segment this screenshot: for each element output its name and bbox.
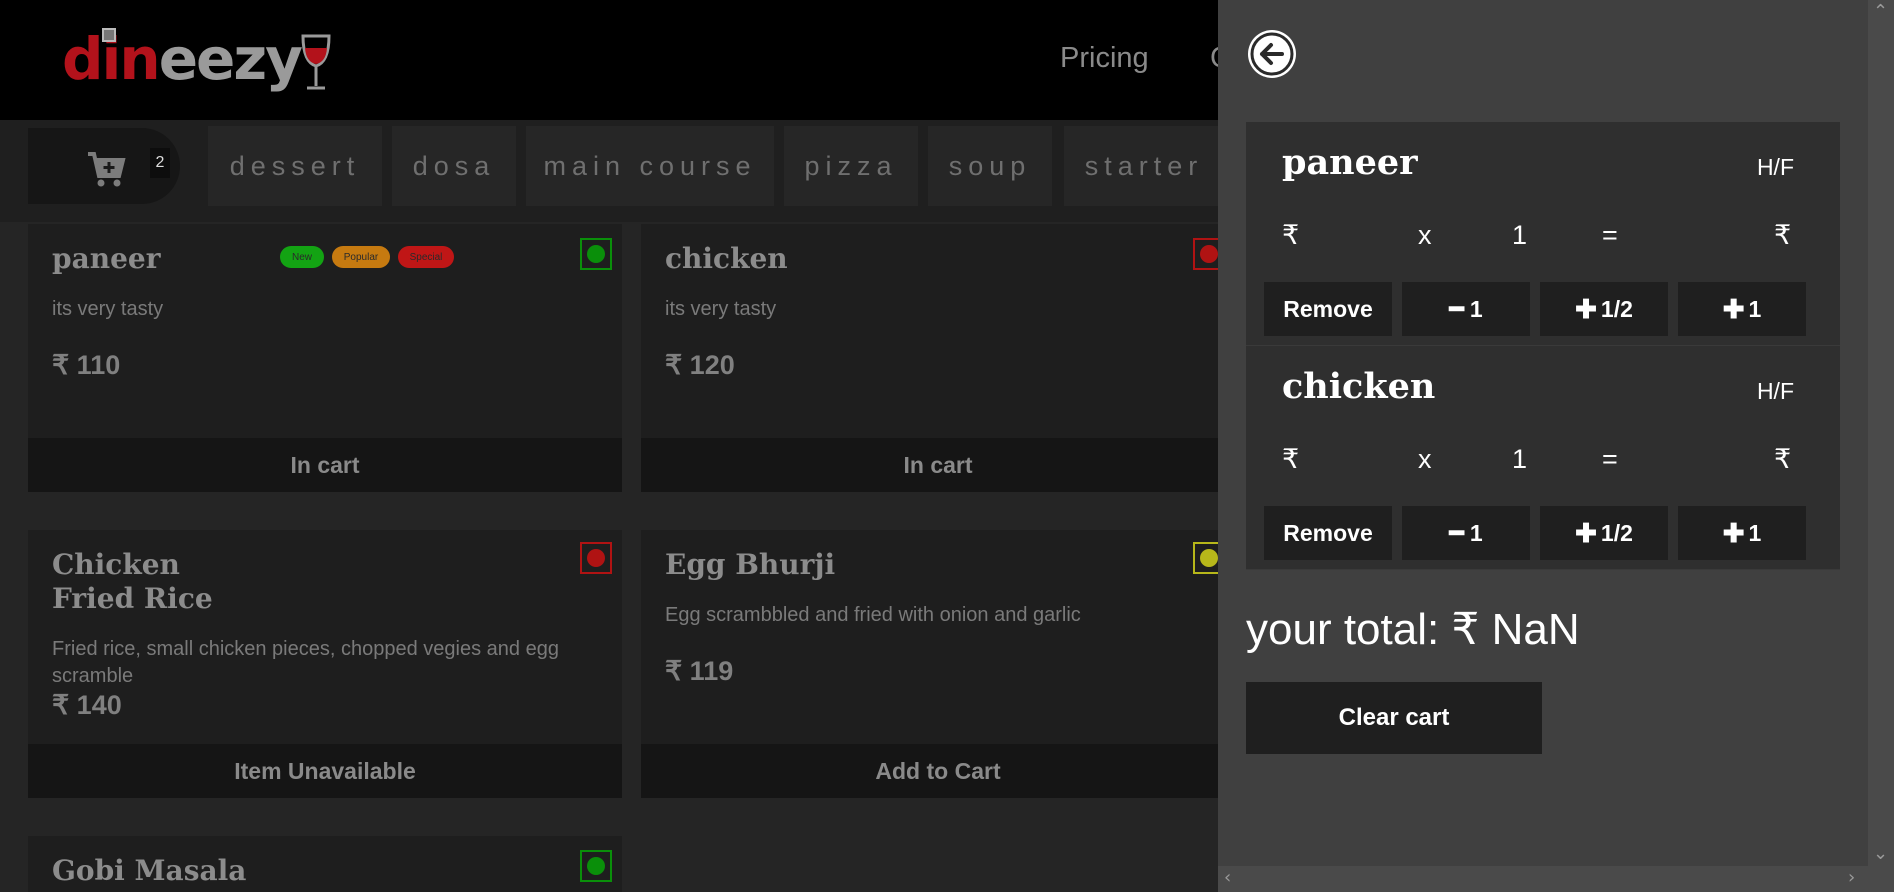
cart-button[interactable]: 2 <box>28 128 180 204</box>
item-quantity: 1 <box>1512 444 1528 474</box>
button-label: 1 <box>1748 519 1762 546</box>
item-name: Gobi Masala <box>52 854 247 887</box>
cart-plus-icon <box>88 152 126 187</box>
button-label: 1/2 <box>1600 295 1633 322</box>
decrement-one-button[interactable]: ━ 1 <box>1402 506 1530 560</box>
back-button[interactable] <box>1248 30 1296 78</box>
unit-price: ₹ <box>1282 220 1300 250</box>
cart-item-list: paneer H/F ₹ x 1 = ₹ Remove ━ 1 ✚ 1/2 ✚ 1 <box>1246 122 1840 570</box>
half-full-label: H/F <box>1756 378 1794 404</box>
item-price: ₹ 110 <box>52 350 121 380</box>
nonveg-indicator-icon <box>580 542 612 574</box>
item-name: chicken <box>665 242 788 275</box>
arrow-left-icon <box>1250 32 1294 76</box>
unit-price: ₹ <box>1282 444 1300 474</box>
menu-card: Chicken Fried Rice Fried rice, small chi… <box>28 530 622 798</box>
wine-glass-icon <box>301 34 331 90</box>
button-label: 1 <box>1469 519 1483 546</box>
tab-dosa[interactable]: dosa <box>392 126 516 206</box>
plus-icon: ✚ <box>1575 517 1597 548</box>
special-badge: Special <box>398 246 454 268</box>
nav-pricing[interactable]: Pricing <box>1060 42 1149 75</box>
multiply-sign: x <box>1418 220 1432 250</box>
item-name: Egg Bhurji <box>665 548 836 581</box>
item-description: Fried rice, small chicken pieces, choppe… <box>52 638 559 687</box>
minus-icon: ━ <box>1449 295 1464 323</box>
vertical-scrollbar[interactable]: ⌃ ⌄ <box>1868 0 1894 892</box>
veg-indicator-icon <box>580 850 612 882</box>
item-price: ₹ 120 <box>665 350 735 380</box>
button-label: 1/2 <box>1600 519 1633 546</box>
cart-item-name: chicken <box>1282 366 1436 407</box>
item-name: Fried Rice <box>52 582 213 615</box>
item-description: Egg scrambbled and fried with onion and … <box>665 604 1081 626</box>
minus-icon: ━ <box>1449 519 1464 547</box>
add-one-button[interactable]: ✚ 1 <box>1678 506 1806 560</box>
cart-item: paneer H/F ₹ x 1 = ₹ Remove ━ 1 ✚ 1/2 ✚ 1 <box>1246 122 1840 346</box>
equals-sign: = <box>1602 220 1618 250</box>
menu-card: chicken its very tasty ₹ 120 In cart <box>641 224 1235 492</box>
item-quantity: 1 <box>1512 220 1528 250</box>
clear-cart-button[interactable]: Clear cart <box>1246 682 1542 754</box>
tab-main-course[interactable]: main course <box>526 126 774 206</box>
item-name: Chicken <box>52 548 180 581</box>
in-cart-button[interactable]: In cart <box>641 438 1235 492</box>
add-half-button[interactable]: ✚ 1/2 <box>1540 506 1668 560</box>
add-half-button[interactable]: ✚ 1/2 <box>1540 282 1668 336</box>
add-to-cart-button[interactable]: Add to Cart <box>641 744 1235 798</box>
logo-text-part: n <box>119 25 160 93</box>
scroll-left-icon[interactable]: ‹ <box>1224 868 1231 888</box>
item-price: ₹ 140 <box>52 690 122 720</box>
menu-card: Gobi Masala <box>28 836 622 892</box>
item-name: paneer <box>52 242 161 275</box>
tab-pizza[interactable]: pizza <box>784 126 918 206</box>
remove-button[interactable]: Remove <box>1264 282 1392 336</box>
button-label: 1 <box>1748 295 1762 322</box>
scroll-up-icon[interactable]: ⌃ <box>1873 2 1888 22</box>
add-one-button[interactable]: ✚ 1 <box>1678 282 1806 336</box>
app-root: dineezy Pricing C 2 dessert dosa <box>0 0 1894 892</box>
line-total: ₹ <box>1774 220 1792 250</box>
tab-starter[interactable]: starter <box>1064 126 1224 206</box>
multiply-sign: x <box>1418 444 1432 474</box>
tab-soup[interactable]: soup <box>928 126 1052 206</box>
item-price: ₹ 119 <box>665 656 734 686</box>
logo-text-part: eez <box>158 25 267 93</box>
cart-total: your total: ₹ NaN <box>1246 605 1580 654</box>
popular-badge: Popular <box>332 246 390 268</box>
tab-dessert[interactable]: dessert <box>208 126 382 206</box>
cart-item: chicken H/F ₹ x 1 = ₹ Remove ━ 1 ✚ 1/2 ✚ 1 <box>1246 346 1840 570</box>
remove-button[interactable]: Remove <box>1264 506 1392 560</box>
item-description: its very tasty <box>52 298 164 320</box>
plus-icon: ✚ <box>1575 293 1597 324</box>
half-full-label: H/F <box>1756 154 1794 180</box>
equals-sign: = <box>1602 444 1618 474</box>
scroll-right-icon[interactable]: › <box>1848 868 1855 888</box>
line-total: ₹ <box>1774 444 1792 474</box>
plus-icon: ✚ <box>1722 517 1745 548</box>
horizontal-scrollbar[interactable]: ‹ › <box>1218 866 1868 892</box>
dineezy-logo[interactable]: di n eez y <box>62 24 333 94</box>
cart-item-name: paneer <box>1282 142 1418 183</box>
veg-indicator-icon <box>580 238 612 270</box>
menu-card: Egg Bhurji Egg scrambbled and fried with… <box>641 530 1235 798</box>
in-cart-button[interactable]: In cart <box>28 438 622 492</box>
decrement-one-button[interactable]: ━ 1 <box>1402 282 1530 336</box>
logo-text-part: y <box>265 25 303 93</box>
new-badge: New <box>280 246 324 268</box>
logo-qr-icon <box>102 28 116 42</box>
item-unavailable-button[interactable]: Item Unavailable <box>28 744 622 798</box>
cart-drawer: paneer H/F ₹ x 1 = ₹ Remove ━ 1 ✚ 1/2 ✚ 1 <box>1218 0 1894 892</box>
button-label: 1 <box>1469 295 1483 322</box>
menu-card: paneer New Popular Special its very tast… <box>28 224 622 492</box>
cart-count-badge: 2 <box>150 148 170 178</box>
scroll-down-icon[interactable]: ⌄ <box>1873 844 1888 864</box>
item-description: its very tasty <box>665 298 777 320</box>
plus-icon: ✚ <box>1722 293 1745 324</box>
